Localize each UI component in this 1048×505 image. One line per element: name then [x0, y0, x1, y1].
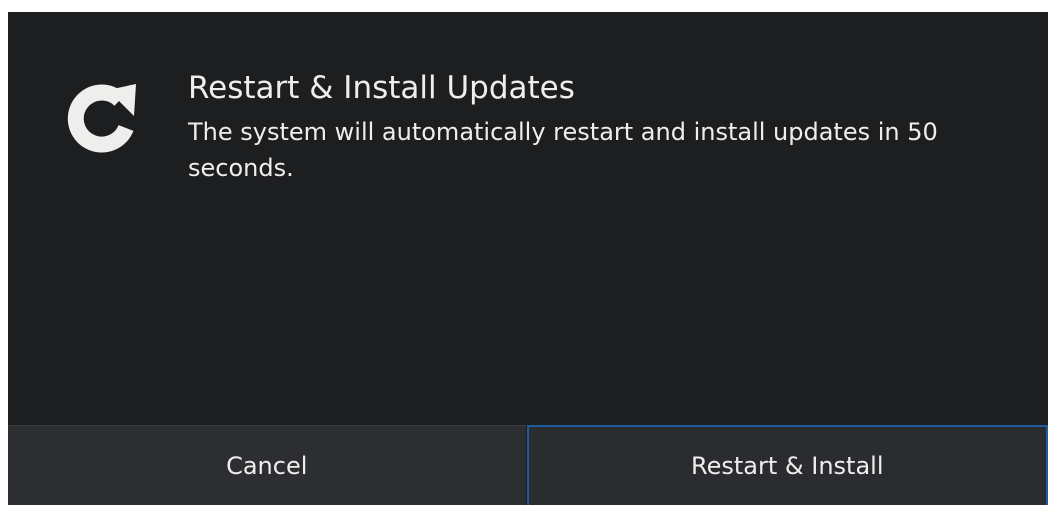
restart-install-button[interactable]: Restart & Install [526, 425, 1048, 505]
cancel-button[interactable]: Cancel [8, 425, 527, 505]
dialog-title: Restart & Install Updates [188, 70, 575, 106]
restart-icon [58, 76, 144, 162]
dialog-content: Restart & Install Updates The system wil… [8, 12, 1048, 425]
restart-install-dialog: Restart & Install Updates The system wil… [8, 12, 1048, 505]
dialog-button-bar: Cancel Restart & Install [8, 425, 1048, 505]
dialog-message: The system will automatically restart an… [188, 118, 938, 182]
